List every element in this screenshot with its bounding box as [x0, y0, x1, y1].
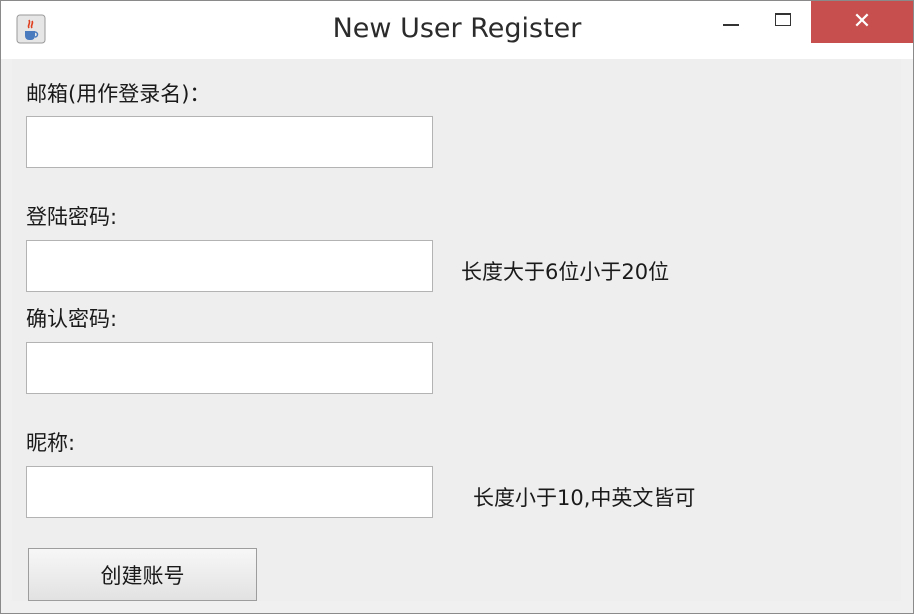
confirm-password-field[interactable]: [26, 342, 433, 394]
minimize-icon: [723, 24, 739, 26]
nickname-field[interactable]: [26, 466, 433, 518]
form-panel: 邮箱(用作登录名)： 登陆密码: 长度大于6位小于20位 确认密码: 昵称: 长…: [12, 59, 901, 601]
maximize-button[interactable]: [758, 1, 808, 43]
password-field[interactable]: [26, 240, 433, 292]
email-field[interactable]: [26, 116, 433, 168]
nickname-hint: 长度小于10,中英文皆可: [473, 486, 696, 510]
title-bar[interactable]: New User Register ✕: [1, 1, 913, 59]
password-label: 登陆密码:: [26, 205, 118, 229]
nickname-label: 昵称:: [26, 431, 76, 455]
maximize-icon: [775, 12, 791, 26]
close-icon: ✕: [852, 9, 872, 34]
email-label: 邮箱(用作登录名)：: [26, 82, 211, 106]
close-button[interactable]: ✕: [811, 1, 913, 43]
create-account-button[interactable]: 创建账号: [28, 548, 257, 601]
confirm-password-label: 确认密码:: [26, 307, 118, 331]
password-hint: 长度大于6位小于20位: [461, 260, 670, 284]
register-window: New User Register ✕ 邮箱(用作登录名)： 登陆密码: 长度大…: [0, 0, 914, 614]
minimize-button[interactable]: [706, 1, 756, 43]
